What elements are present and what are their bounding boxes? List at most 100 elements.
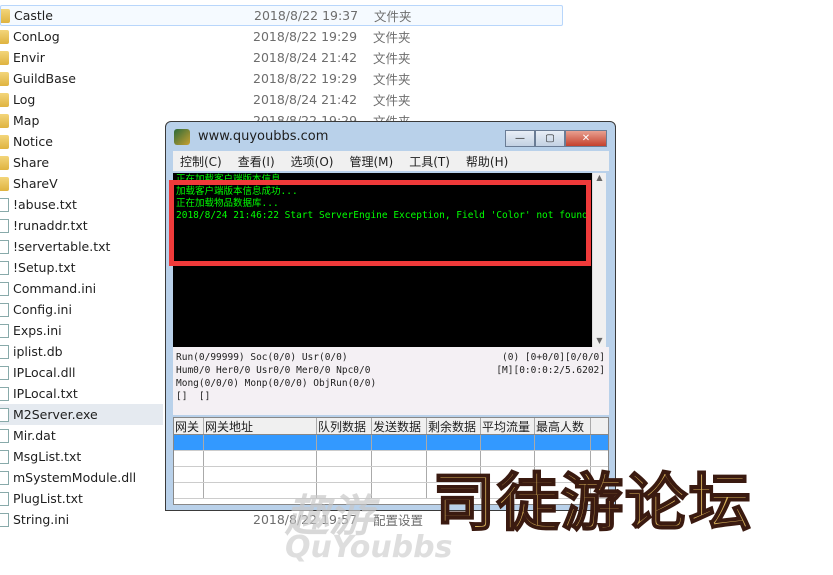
- table-cell: [481, 467, 535, 482]
- file-date: 2018/8/22 19:29: [253, 29, 358, 44]
- file-date: 2018/8/24 21:42: [253, 50, 358, 65]
- file-icon: [0, 470, 9, 485]
- file-row[interactable]: Envir 2018/8/24 21:42 文件夹: [0, 47, 563, 68]
- column-header[interactable]: 网关地址: [204, 418, 317, 434]
- server-window: www.quyoubbs.com — ▢ ✕ 控制(C) 查看(I) 选项(O)…: [165, 121, 616, 511]
- table-cell: [481, 435, 535, 450]
- menu-control[interactable]: 控制(C): [180, 153, 222, 170]
- file-icon: [0, 512, 9, 527]
- column-header[interactable]: 网关: [174, 418, 204, 434]
- table-cell: [427, 451, 481, 466]
- folder-icon: [1, 8, 10, 23]
- file-type: 文件夹: [373, 93, 411, 108]
- table-cell: [427, 467, 481, 482]
- file-type: 文件夹: [374, 9, 412, 24]
- file-icon: [0, 386, 9, 401]
- table-row[interactable]: [174, 451, 608, 467]
- folder-icon: [0, 155, 9, 170]
- menu-help[interactable]: 帮助(H): [466, 153, 508, 170]
- table-cell: [204, 435, 317, 450]
- file-icon: [0, 239, 9, 254]
- table-cell: [427, 483, 481, 498]
- status-line: [] []: [176, 391, 211, 402]
- file-icon: [0, 281, 9, 296]
- file-icon: [0, 344, 9, 359]
- file-icon: [0, 449, 9, 464]
- column-header[interactable]: 发送数据: [372, 418, 427, 434]
- column-header[interactable]: 平均流量: [481, 418, 535, 434]
- file-type: 配置设置: [373, 513, 424, 528]
- file-icon: [0, 491, 9, 506]
- file-row[interactable]: Log 2018/8/24 21:42 文件夹: [0, 89, 563, 110]
- table-cell: [317, 467, 372, 482]
- table-cell: [174, 435, 204, 450]
- table-cell: [372, 467, 427, 482]
- file-date: 2018/8/22 19:37: [254, 8, 359, 23]
- minimize-button[interactable]: —: [505, 130, 535, 147]
- table-cell: [204, 483, 317, 498]
- maximize-button[interactable]: ▢: [535, 130, 565, 147]
- table-row[interactable]: [174, 435, 608, 451]
- menu-manage[interactable]: 管理(M): [349, 153, 393, 170]
- file-name: Log: [13, 92, 36, 107]
- file-icon: [0, 218, 9, 233]
- status-right: [M][0:0:0:2/5.6202]: [496, 365, 605, 376]
- menu-view[interactable]: 查看(I): [238, 153, 275, 170]
- table-cell: [481, 483, 535, 498]
- status-line: Mong(0/0/0) Monp(0/0/0) ObjRun(0/0): [176, 378, 377, 389]
- folder-icon: [0, 71, 9, 86]
- table-row[interactable]: [174, 483, 608, 499]
- table-cell: [174, 451, 204, 466]
- table-cell: [317, 451, 372, 466]
- menu-bar: 控制(C) 查看(I) 选项(O) 管理(M) 工具(T) 帮助(H): [173, 151, 609, 171]
- folder-icon: [0, 134, 9, 149]
- file-icon: [0, 365, 9, 380]
- table-cell: [427, 435, 481, 450]
- file-icon: [0, 428, 9, 443]
- file-row[interactable]: Castle 2018/8/22 19:37 文件夹: [0, 5, 563, 26]
- file-name: GuildBase: [13, 71, 76, 86]
- file-date: 2018/8/24 21:42: [253, 92, 358, 107]
- table-cell: [535, 483, 591, 498]
- file-row[interactable]: M2Server.exe: [0, 404, 163, 425]
- column-header[interactable]: 剩余数据: [427, 418, 481, 434]
- file-icon: [0, 407, 9, 422]
- menu-tools[interactable]: 工具(T): [409, 153, 450, 170]
- app-icon: [174, 128, 190, 145]
- gateway-table: 网关 网关地址 队列数据 发送数据 剩余数据 平均流量 最高人数: [173, 417, 609, 505]
- file-row[interactable]: GuildBase 2018/8/22 19:29 文件夹: [0, 68, 563, 89]
- table-cell: [535, 451, 591, 466]
- console-scrollbar[interactable]: ▲ ▼: [592, 173, 606, 347]
- folder-icon: [0, 92, 9, 107]
- table-cell: [372, 435, 427, 450]
- table-cell: [204, 451, 317, 466]
- folder-icon: [0, 176, 9, 191]
- status-right: (0) [0+0/0][0/0/0]: [502, 352, 605, 363]
- file-row[interactable]: ConLog 2018/8/22 19:29 文件夹: [0, 26, 563, 47]
- file-row[interactable]: String.ini 2018/8/22 19:57 配置设置: [0, 509, 563, 530]
- table-cell: [535, 435, 591, 450]
- table-cell: [372, 483, 427, 498]
- table-cell: [317, 483, 372, 498]
- file-name: Castle: [14, 8, 53, 23]
- file-name: String.ini: [13, 512, 70, 527]
- table-row[interactable]: [174, 467, 608, 483]
- menu-options[interactable]: 选项(O): [291, 153, 334, 170]
- file-icon: [0, 197, 9, 212]
- table-cell: [174, 483, 204, 498]
- window-title: www.quyoubbs.com: [198, 129, 329, 144]
- file-icon: [0, 302, 9, 317]
- file-name: M2Server.exe: [13, 407, 98, 422]
- table-cell: [204, 467, 317, 482]
- table-cell: [481, 451, 535, 466]
- table-cell: [317, 435, 372, 450]
- close-button[interactable]: ✕: [565, 130, 607, 147]
- column-header[interactable]: 队列数据: [317, 418, 372, 434]
- title-bar[interactable]: www.quyoubbs.com — ▢ ✕: [166, 122, 615, 151]
- folder-icon: [0, 50, 9, 65]
- table-cell: [535, 467, 591, 482]
- table-cell: [372, 451, 427, 466]
- column-header[interactable]: 最高人数: [535, 418, 591, 434]
- file-name: Envir: [13, 50, 45, 65]
- file-date: 2018/8/22 19:57: [253, 512, 358, 527]
